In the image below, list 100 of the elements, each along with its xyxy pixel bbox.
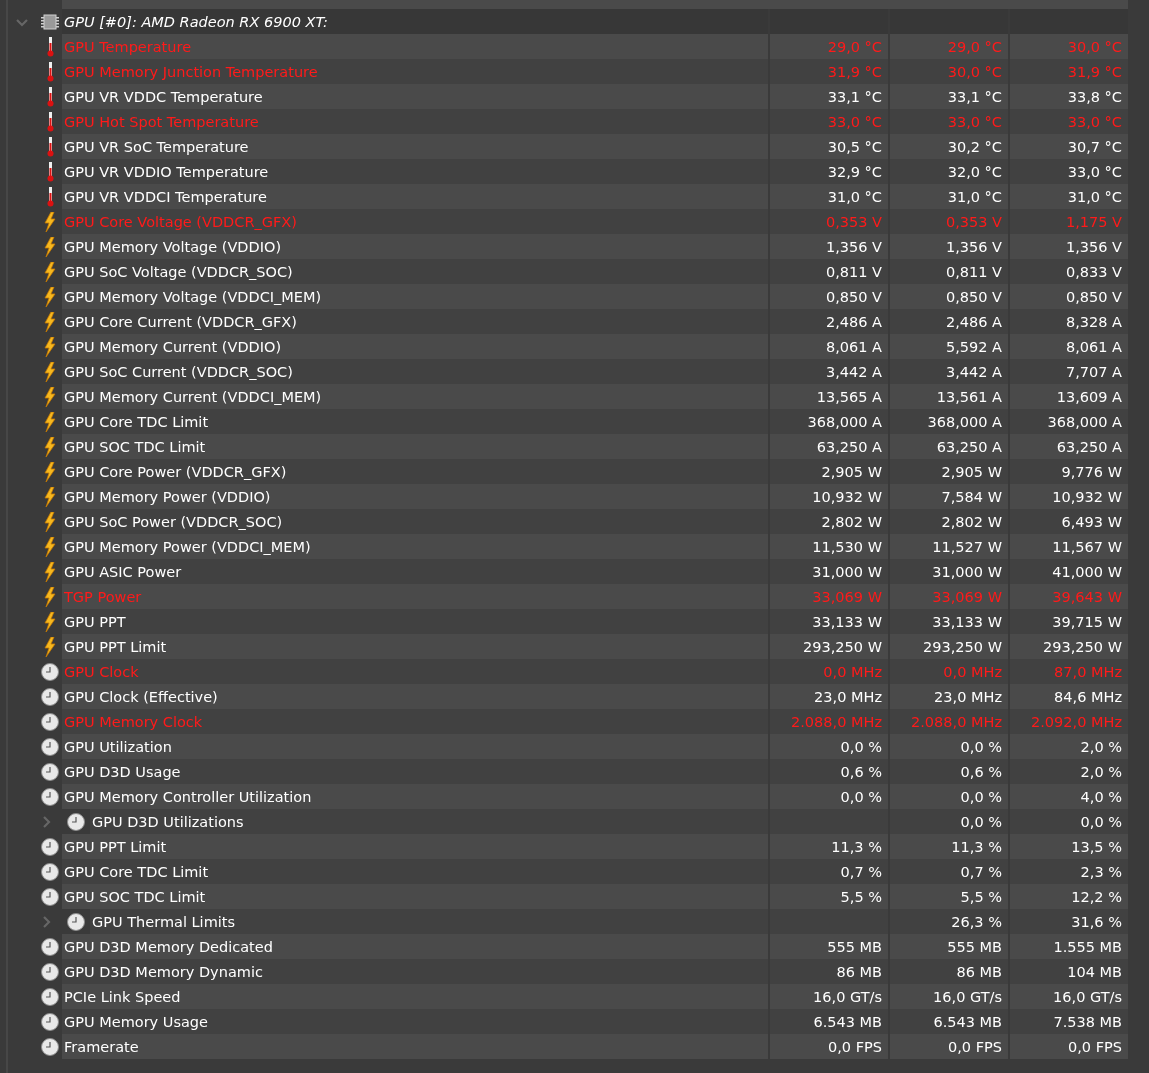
sensor-value: 368,000 A [770,409,888,434]
sensor-value: 31,9 °C [770,59,888,84]
sensor-name[interactable]: GPU PPT Limit [62,834,768,859]
sensor-name[interactable]: GPU Memory Current (VDDIO) [62,334,768,359]
sensor-name[interactable]: GPU VR VDDCI Temperature [62,184,768,209]
sensor-value: 33,1 °C [890,84,1008,109]
clock-icon [41,737,59,756]
sensor-value: 2.088,0 MHz [890,709,1008,734]
lightning-bolt-icon [43,511,57,532]
sensor-name[interactable]: GPU D3D Utilizations [90,809,768,834]
lightning-bolt-icon [43,611,57,632]
sensor-value: 0,0 % [770,784,888,809]
sensor-value: 2,0 % [1010,759,1128,784]
sensor-value: 33,133 W [770,609,888,634]
sensor-value: 30,7 °C [1010,134,1128,159]
sensor-name[interactable]: GPU PPT [62,609,768,634]
sensor-value: 0,850 V [770,284,888,309]
sensor-name[interactable]: Framerate [62,1034,768,1059]
sensor-name[interactable]: GPU Thermal Limits [90,909,768,934]
sensor-value: 63,250 A [770,434,888,459]
sensor-name[interactable]: GPU ASIC Power [62,559,768,584]
sensor-value: 13,561 A [890,384,1008,409]
sensor-name[interactable]: GPU D3D Usage [62,759,768,784]
expand-chevron-icon[interactable] [40,815,52,828]
sensor-value: 2,0 % [1010,734,1128,759]
sensor-name[interactable]: GPU Core TDC Limit [62,409,768,434]
sensor-value: 13,609 A [1010,384,1128,409]
sensor-value: 32,9 °C [770,159,888,184]
sensor-name[interactable]: GPU VR SoC Temperature [62,134,768,159]
sensor-value: 2,905 W [770,459,888,484]
sensor-value: 16,0 GT/s [1010,984,1128,1009]
sensor-name[interactable]: GPU Memory Usage [62,1009,768,1034]
sensor-value: 0,833 V [1010,259,1128,284]
sensor-name[interactable]: GPU Memory Current (VDDCI_MEM) [62,384,768,409]
sensor-value: 10,932 W [770,484,888,509]
sensor-name[interactable]: GPU Clock (Effective) [62,684,768,709]
clock-icon [41,712,59,731]
lightning-bolt-icon [43,561,57,582]
sensor-name[interactable]: GPU VR VDDIO Temperature [62,159,768,184]
sensor-name[interactable]: GPU VR VDDC Temperature [62,84,768,109]
sensor-name[interactable]: GPU PPT Limit [62,634,768,659]
sensor-name[interactable]: GPU Core Current (VDDCR_GFX) [62,309,768,334]
sensor-value: 6.543 MB [890,1009,1008,1034]
lightning-bolt-icon [43,436,57,457]
thermometer-icon [46,86,54,107]
sensor-name[interactable]: GPU Memory Voltage (VDDIO) [62,234,768,259]
clock-icon [41,837,59,856]
sensor-value: 6,493 W [1010,509,1128,534]
sensor-name[interactable]: GPU Memory Power (VDDIO) [62,484,768,509]
sensor-value: 26,3 % [890,909,1008,934]
sensor-value: 11,567 W [1010,534,1128,559]
sensor-name[interactable]: GPU Memory Voltage (VDDCI_MEM) [62,284,768,309]
sensor-value: 0,0 % [1010,809,1128,834]
sensor-value: 31,6 % [1010,909,1128,934]
sensor-name[interactable]: GPU Utilization [62,734,768,759]
sensor-value: 13,5 % [1010,834,1128,859]
sensor-name[interactable]: PCIe Link Speed [62,984,768,1009]
sensor-value: 5,5 % [890,884,1008,909]
sensor-value: 5,5 % [770,884,888,909]
sensor-value: 1,356 V [770,234,888,259]
sensor-name[interactable]: GPU D3D Memory Dedicated [62,934,768,959]
sensor-name[interactable]: GPU SoC Voltage (VDDCR_SOC) [62,259,768,284]
sensor-value: 30,5 °C [770,134,888,159]
sensor-value: 0,0 FPS [770,1034,888,1059]
sensor-value: 3,442 A [890,359,1008,384]
sensor-name[interactable]: GPU Memory Controller Utilization [62,784,768,809]
sensor-value: 29,0 °C [770,34,888,59]
sensor-value: 3,442 A [770,359,888,384]
sensor-name[interactable]: GPU SoC Power (VDDCR_SOC) [62,509,768,534]
sensor-value: 0,6 % [770,759,888,784]
sensor-value: 11,3 % [770,834,888,859]
sensor-name[interactable]: GPU Core TDC Limit [62,859,768,884]
sensor-value: 104 MB [1010,959,1128,984]
expand-chevron-icon[interactable] [40,915,52,928]
sensor-value: 2.088,0 MHz [770,709,888,734]
sensor-name[interactable]: GPU SoC Current (VDDCR_SOC) [62,359,768,384]
sensor-value: 0,7 % [770,859,888,884]
sensor-value: 11,3 % [890,834,1008,859]
thermometer-icon [46,111,54,132]
lightning-bolt-icon [43,536,57,557]
sensor-value: 1,356 V [1010,234,1128,259]
sensor-name[interactable]: GPU SOC TDC Limit [62,434,768,459]
sensor-name[interactable]: GPU D3D Memory Dynamic [62,959,768,984]
sensor-value: 39,715 W [1010,609,1128,634]
sensor-value: 0,353 V [770,209,888,234]
sensor-value: 368,000 A [1010,409,1128,434]
sensor-value: 2,802 W [770,509,888,534]
sensor-value: 31,9 °C [1010,59,1128,84]
sensor-value: 0,0 % [770,734,888,759]
thermometer-icon [46,36,54,57]
sensor-value: 9,776 W [1010,459,1128,484]
sensor-name[interactable]: GPU Core Power (VDDCR_GFX) [62,459,768,484]
sensor-name[interactable]: GPU Memory Power (VDDCI_MEM) [62,534,768,559]
sensor-value: 2,486 A [770,309,888,334]
sensor-value: 0,850 V [1010,284,1128,309]
sensor-value: 2.092,0 MHz [1010,709,1128,734]
sensor-name[interactable]: GPU SOC TDC Limit [62,884,768,909]
sensor-value: 0,0 MHz [770,659,888,684]
sensor-value: 0,0 % [890,784,1008,809]
sensor-value: 33,0 °C [1010,109,1128,134]
